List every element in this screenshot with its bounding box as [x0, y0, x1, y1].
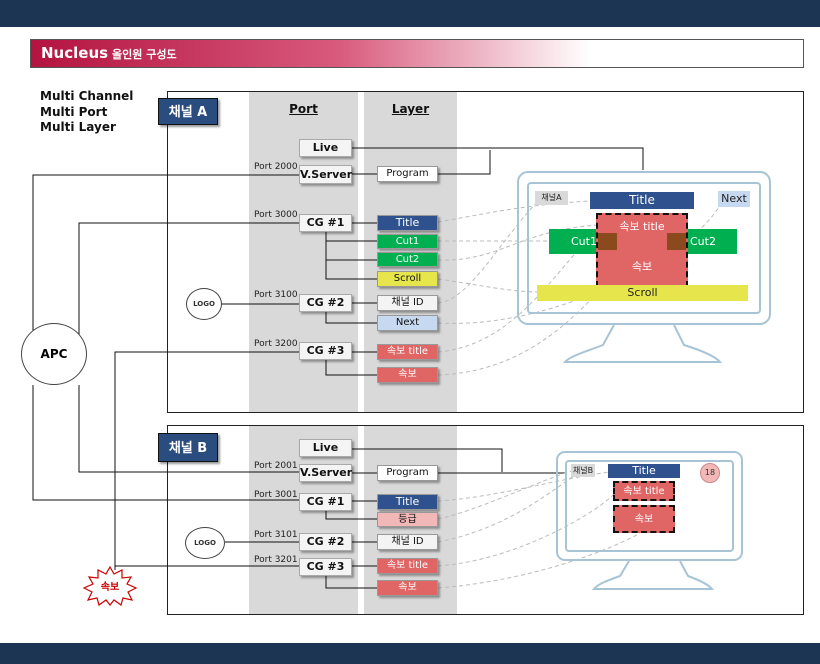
channel-a-screen-overlap-left: [598, 233, 617, 250]
channel-b-layer-chid: 채널 ID: [377, 534, 438, 550]
channel-a-layer-next: Next: [377, 315, 438, 331]
channel-b-live: Live: [299, 439, 352, 457]
channel-a-cg2: CG #2: [299, 294, 352, 312]
channel-b-cg3: CG #3: [299, 558, 352, 576]
channel-a-screen-title: Title: [590, 192, 694, 209]
channel-a-screen-scroll: Scroll: [537, 285, 748, 301]
channel-b-port-3101: Port 3101: [254, 530, 298, 540]
channel-b-screen-sokbo-title: 속보 title: [613, 481, 675, 501]
channel-b-logo: LOGO: [185, 527, 225, 559]
channel-a-screen-sokbo-title: 속보 title: [619, 220, 665, 233]
channel-a-port-3000: Port 3000: [254, 210, 298, 220]
channel-a-screen-chid: 채널A: [535, 191, 568, 205]
channel-a-cg1: CG #1: [299, 214, 352, 232]
channel-a-screen-sokbo: 속보: [631, 260, 653, 273]
channel-b-port-2001: Port 2001: [254, 461, 298, 471]
channel-b-port-3201: Port 3201: [254, 555, 298, 565]
channel-b-screen-age-badge: 18: [700, 463, 720, 483]
channel-b-tag: 채널 B: [158, 433, 218, 462]
channel-a-port-3200: Port 3200: [254, 339, 298, 349]
channel-a-logo: LOGO: [186, 288, 222, 320]
channel-b-cg2: CG #2: [299, 533, 352, 551]
channel-b-vserver: V.Server: [299, 464, 352, 482]
breaking-news-label: 속보: [100, 582, 120, 593]
channel-a-screen-cut1: Cut1: [571, 235, 597, 248]
channel-a-layer-scroll: Scroll: [377, 271, 438, 287]
channel-b-layer-sokbo: 속보: [377, 580, 438, 596]
channel-b-layer-sokbo-title: 속보 title: [377, 558, 438, 574]
channel-a-layer-title: Title: [377, 215, 438, 231]
channel-b-screen-chid: 채널B: [571, 464, 595, 477]
channel-a-screen-next: Next: [718, 191, 750, 207]
channel-a-layer-chid: 채널 ID: [377, 295, 438, 311]
channel-a-vserver: V.Server: [299, 165, 352, 184]
channel-a-layer-program: Program: [377, 166, 438, 182]
channel-a-live: Live: [299, 139, 352, 157]
channel-a-screen-overlap-right: [667, 233, 686, 250]
channel-b-layer-title: Title: [377, 494, 438, 510]
channel-a-screen-cut2: Cut2: [690, 235, 716, 248]
channel-b-port-3001: Port 3001: [254, 490, 298, 500]
channel-a-layer-cut2: Cut2: [377, 252, 438, 267]
channel-a-tag: 채널 A: [158, 98, 218, 125]
channel-b-layer-grade: 등급: [377, 512, 438, 527]
channel-a-port-3100: Port 3100: [254, 290, 298, 300]
channel-b-screen-title: Title: [608, 464, 680, 478]
channel-b-cg1: CG #1: [299, 493, 352, 511]
channel-a-layer-cut1: Cut1: [377, 234, 438, 249]
channel-b-screen-sokbo: 속보: [613, 505, 675, 533]
channel-b-layer-program: Program: [377, 465, 438, 481]
channel-a-cg3: CG #3: [299, 342, 352, 360]
channel-a-layer-sokbo-title: 속보 title: [377, 344, 438, 360]
apc-node: APC: [21, 323, 87, 385]
channel-a-port-2000: Port 2000: [254, 162, 298, 172]
channel-a-layer-sokbo: 속보: [377, 367, 438, 383]
